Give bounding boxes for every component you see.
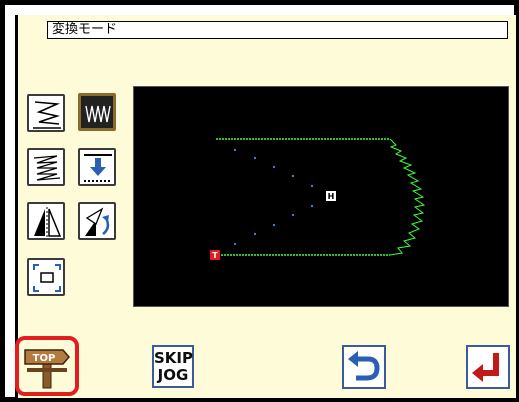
home-marker-label: H (328, 192, 335, 201)
zigzag-icon (85, 105, 111, 123)
skip-jog-button[interactable]: SKIP JOG (152, 345, 194, 388)
top-button-label: TOP (33, 353, 56, 364)
scale-icon (33, 264, 61, 292)
mode-title: 変換モード (47, 21, 508, 39)
scale-button[interactable] (27, 258, 65, 296)
stitch-pattern-plot: T H (210, 138, 426, 260)
top-button[interactable]: TOP (15, 336, 79, 396)
jog-label: JOG (157, 366, 189, 384)
enter-icon (472, 353, 499, 382)
move-down-button[interactable] (78, 148, 116, 186)
signpost-icon: TOP (24, 349, 70, 389)
pattern-preview: T H (133, 86, 509, 307)
multi-stitch-button[interactable] (27, 148, 65, 186)
undo-icon (348, 351, 380, 381)
enter-button[interactable] (466, 345, 510, 389)
skip-label: SKIP (154, 349, 194, 367)
rotate-icon (85, 207, 110, 236)
start-marker-label: T (212, 251, 218, 260)
undo-button[interactable] (342, 345, 386, 389)
zigzag-button[interactable] (78, 93, 116, 131)
multi-stitch-icon (33, 155, 61, 181)
jog-path-dots (234, 149, 313, 245)
mirror-button[interactable] (27, 202, 65, 240)
step-pitch-icon (33, 101, 61, 129)
mirror-icon (34, 207, 62, 238)
move-down-icon (84, 154, 112, 182)
step-pitch-button[interactable] (27, 94, 65, 132)
rotate-button[interactable] (78, 202, 116, 240)
